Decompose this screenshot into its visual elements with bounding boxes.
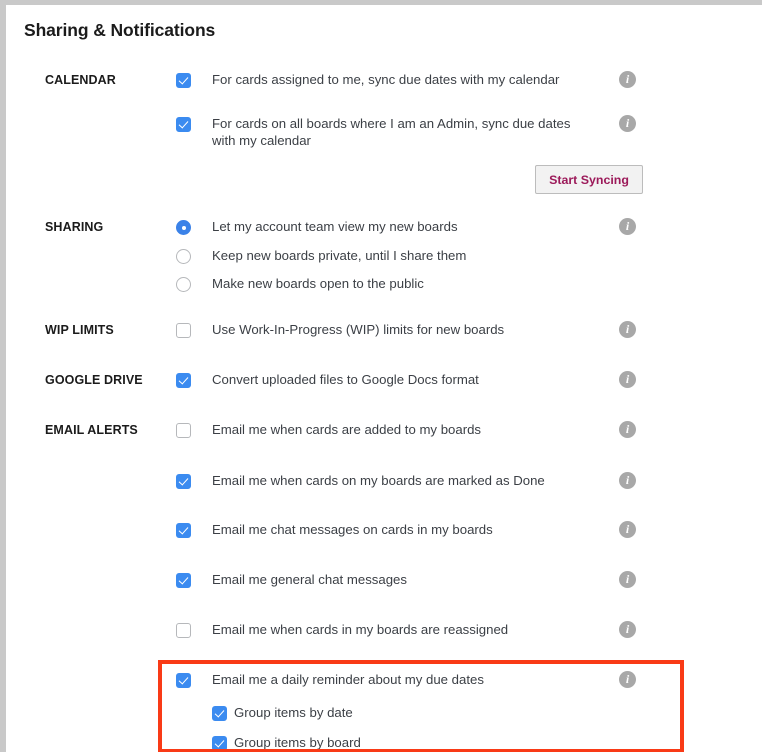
settings-row: Email me general chat messages [6,570,762,595]
settings-row-label[interactable]: Convert uploaded files to Google Docs fo… [212,371,592,388]
info-icon-button[interactable] [619,420,636,438]
checkbox-checked[interactable] [176,573,191,588]
settings-row: WIP LIMITS Use Work-In-Progress (WIP) lim… [6,320,762,345]
section-label-calendar: CALENDAR [45,73,116,87]
info-icon[interactable] [619,670,636,688]
checkbox-checked[interactable] [176,523,191,538]
checkbox-checked[interactable] [212,736,227,751]
settings-row: SHARING Let my account team view my new b… [6,217,762,242]
radio-empty-icon[interactable] [176,277,191,292]
checkbox-checked[interactable] [176,73,191,88]
check-icon[interactable] [176,523,191,538]
check-icon[interactable] [212,706,227,721]
info-icon-button[interactable] [619,114,636,132]
checkbox-checked[interactable] [176,474,191,489]
settings-row-label[interactable]: Email me when cards on my boards are mar… [212,472,592,489]
settings-row-label[interactable]: Email me general chat messages [212,571,592,588]
page-title: Sharing & Notifications [24,20,216,40]
settings-row: CALENDAR For cards assigned to me, sync d… [6,70,762,95]
empty-box-icon[interactable] [176,623,191,638]
settings-row: Email me when cards on my boards are mar… [6,471,762,496]
info-icon-button[interactable] [619,320,636,338]
info-icon[interactable] [619,114,636,132]
settings-row: Group items by board [6,734,762,752]
info-icon-button[interactable] [619,520,636,538]
page-frame: Sharing & Notifications CALENDAR For card… [0,0,762,752]
info-icon-button[interactable] [619,620,636,638]
info-icon[interactable] [619,620,636,638]
radio-dot-icon[interactable] [176,220,191,235]
section-label-wip-limits: WIP LIMITS [45,323,114,337]
info-icon[interactable] [619,420,636,438]
info-icon[interactable] [619,570,636,588]
info-icon-button[interactable] [619,70,636,88]
info-icon-button[interactable] [619,570,636,588]
settings-row-label[interactable]: Email me when cards are added to my boar… [212,421,592,438]
radio-unselected[interactable] [176,249,191,264]
check-icon[interactable] [176,117,191,132]
settings-row-label[interactable]: Keep new boards private, until I share t… [212,247,592,264]
settings-row-label[interactable]: Email me chat messages on cards in my bo… [212,521,592,538]
check-icon[interactable] [176,474,191,489]
checkbox-checked[interactable] [212,706,227,721]
checkbox-unchecked[interactable] [176,423,191,438]
check-icon[interactable] [176,73,191,88]
settings-row-label[interactable]: Group items by board [234,734,614,751]
radio-unselected[interactable] [176,277,191,292]
checkbox-unchecked[interactable] [176,623,191,638]
section-label-email-alerts: EMAIL ALERTS [45,423,138,437]
settings-row: Keep new boards private, until I share t… [6,247,762,271]
info-icon-button[interactable] [619,217,636,235]
settings-panel: Sharing & Notifications CALENDAR For card… [6,5,762,752]
start-syncing-button[interactable]: Start Syncing [535,165,643,194]
settings-row-label[interactable]: Group items by date [234,704,614,721]
info-icon-button[interactable] [619,471,636,489]
checkbox-checked[interactable] [176,117,191,132]
info-icon[interactable] [619,320,636,338]
empty-box-icon[interactable] [176,423,191,438]
section-label-google-drive: GOOGLE DRIVE [45,373,143,387]
settings-row-label[interactable]: Email me when cards in my boards are rea… [212,621,592,638]
check-icon[interactable] [176,573,191,588]
radio-selected[interactable] [176,220,191,235]
checkbox-checked[interactable] [176,673,191,688]
settings-row-label[interactable]: Email me a daily reminder about my due d… [212,671,592,688]
settings-row: GOOGLE DRIVE Convert uploaded files to Go… [6,370,762,395]
empty-box-icon[interactable] [176,323,191,338]
checkbox-checked[interactable] [176,373,191,388]
section-label-sharing: SHARING [45,220,104,234]
checkbox-unchecked[interactable] [176,323,191,338]
info-icon[interactable] [619,471,636,489]
info-icon[interactable] [619,370,636,388]
settings-row-label[interactable]: Use Work-In-Progress (WIP) limits for ne… [212,321,592,338]
info-icon[interactable] [619,217,636,235]
info-icon[interactable] [619,520,636,538]
settings-row: Email me a daily reminder about my due d… [6,670,762,695]
check-icon[interactable] [212,736,227,751]
settings-row-label[interactable]: For cards on all boards where I am an Ad… [212,115,592,149]
radio-empty-icon[interactable] [176,249,191,264]
check-icon[interactable] [176,673,191,688]
info-icon-button[interactable] [619,370,636,388]
settings-row-label[interactable]: Let my account team view my new boards [212,218,592,235]
info-icon[interactable] [619,70,636,88]
settings-row-label[interactable]: For cards assigned to me, sync due dates… [212,71,592,88]
info-icon-button[interactable] [619,670,636,688]
settings-row-label[interactable]: Make new boards open to the public [212,275,592,292]
check-icon[interactable] [176,373,191,388]
settings-row: Group items by date [6,704,762,728]
settings-row: Email me chat messages on cards in my bo… [6,520,762,545]
settings-row: Make new boards open to the public [6,275,762,299]
settings-row: EMAIL ALERTS Email me when cards are adde… [6,420,762,445]
settings-row: For cards on all boards where I am an Ad… [6,114,762,148]
settings-row: Email me when cards in my boards are rea… [6,620,762,645]
